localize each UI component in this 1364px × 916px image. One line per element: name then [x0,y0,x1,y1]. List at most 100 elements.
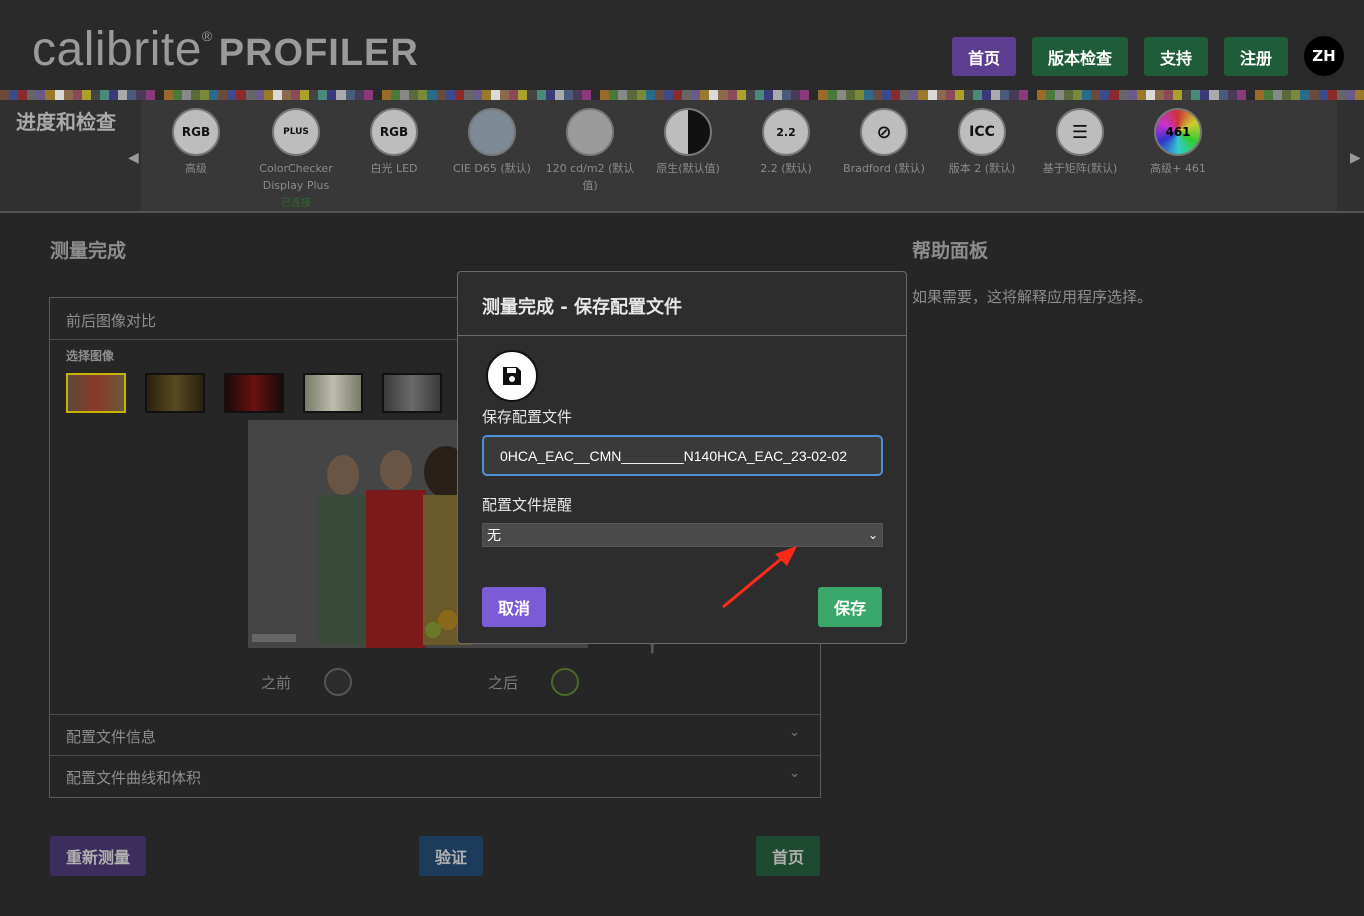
color-patch [654,90,664,100]
color-patch [991,90,1001,100]
color-patch [245,90,255,100]
chevron-down-icon: ⌄ [789,766,800,781]
floppy-disk-icon [486,350,538,402]
before-label: 之前 [261,674,292,692]
thumbnail-women[interactable] [66,373,126,413]
step-device[interactable]: PLUS ColorChecker Display Plus 已连接 [251,108,341,209]
nav-register-button[interactable]: 注册 [1224,37,1288,76]
annotation-arrow-icon [722,546,797,609]
step-backlight[interactable]: RGB 白光 LED [349,108,439,177]
color-patch [645,90,655,100]
remeasure-button[interactable]: 重新测量 [50,836,146,876]
color-patch [1063,90,1074,100]
before-toggle-button[interactable] [324,668,352,696]
color-patch [754,90,764,100]
color-patch [745,90,755,100]
color-patch [954,90,964,100]
progress-title: 进度和检查 [16,110,116,134]
color-patch [1254,90,1265,100]
step-technology[interactable]: RGB 高级 [151,108,241,177]
color-patch [791,90,801,100]
color-patch [190,90,201,100]
color-patch [1100,90,1110,100]
save-button[interactable]: 保存 [818,587,882,627]
after-label: 之后 [488,674,519,692]
chevron-down-icon: ⌄ [867,528,878,542]
color-patch [572,90,582,100]
thumbnail-city[interactable] [382,373,442,413]
color-patch [973,90,983,100]
step-profile-type[interactable]: ☰ 基于矩阵(默认) [1035,108,1125,177]
color-patch [209,90,219,100]
step-luminance[interactable]: 120 cd/m2 (默认值) [545,108,635,194]
color-patch [1173,90,1183,100]
step-contrast[interactable]: 原生(默认值) [643,108,733,177]
dialog-title: 测量完成 - 保存配置文件 [458,272,906,336]
home-button[interactable]: 首页 [756,836,820,876]
color-patch [1318,90,1328,100]
color-patch [391,90,401,100]
color-patch [281,90,291,100]
color-patch [800,90,810,100]
help-panel-title: 帮助面板 [912,240,989,262]
step-adaptation[interactable]: ⊘ Bradford (默认) [839,108,929,177]
contrast-half-icon [664,108,712,156]
nav-version-check-button[interactable]: 版本检查 [1032,37,1128,76]
help-panel-text: 如果需要，这将解释应用程序选择。 [912,288,1153,306]
color-patch [63,90,73,100]
profile-name-input[interactable] [482,435,883,476]
color-patch [1145,90,1155,100]
color-patch [1154,90,1164,100]
thumbnail-white[interactable] [303,373,363,413]
color-patch [591,90,601,100]
color-patch [863,90,873,100]
after-toggle-button[interactable] [551,668,579,696]
color-patch-strip [0,90,1364,100]
cancel-button[interactable]: 取消 [482,587,546,627]
thumbnail-red[interactable] [224,373,284,413]
scroll-left-icon[interactable]: ◀ [128,150,139,166]
color-patch [72,90,82,100]
luminance-circle-icon [566,108,614,156]
color-patch [445,90,455,100]
color-patch [1082,90,1092,100]
profile-reminder-label: 配置文件提醒 [482,496,573,514]
color-patch [27,90,37,100]
color-patch [1282,90,1292,100]
step-patch-set[interactable]: 461 高级+ 461 [1133,108,1223,177]
color-patch [100,90,110,100]
nav-support-button[interactable]: 支持 [1144,37,1208,76]
step-whitepoint[interactable]: CIE D65 (默认) [447,108,537,177]
language-avatar[interactable]: ZH [1304,36,1344,76]
color-patch [9,90,19,100]
color-patch [1000,90,1010,100]
color-patch [836,90,846,100]
profile-reminder-select[interactable]: 无 ⌄ [482,523,883,547]
color-patch [36,90,46,100]
step-icc-version[interactable]: ICC 版本 2 (默认) [937,108,1027,177]
step-gamma[interactable]: 2.2 2.2 (默认) [741,108,831,177]
save-profile-label: 保存配置文件 [482,408,573,426]
color-patch [491,90,501,100]
color-patch [109,90,119,100]
color-patch [1354,90,1364,100]
color-patch [400,90,410,100]
chevron-down-icon: ⌄ [789,725,800,740]
color-patch [1345,90,1355,100]
select-image-label: 选择图像 [66,349,115,363]
color-patch [672,90,683,100]
validate-button[interactable]: 验证 [419,836,483,876]
color-patch [1054,90,1064,100]
color-patch [418,90,428,100]
color-patch [500,90,510,100]
profile-info-accordion[interactable]: 配置文件信息 ⌄ [50,714,820,755]
color-patch [427,90,437,100]
color-patch [918,90,928,100]
color-patch [618,90,628,100]
profile-curves-accordion[interactable]: 配置文件曲线和体积 ⌄ [50,755,820,796]
scroll-right-icon[interactable]: ▶ [1350,150,1361,166]
thumbnail-hall[interactable] [145,373,205,413]
color-patch [609,90,619,100]
nav-home-button[interactable]: 首页 [952,37,1016,76]
color-patch [554,90,564,100]
